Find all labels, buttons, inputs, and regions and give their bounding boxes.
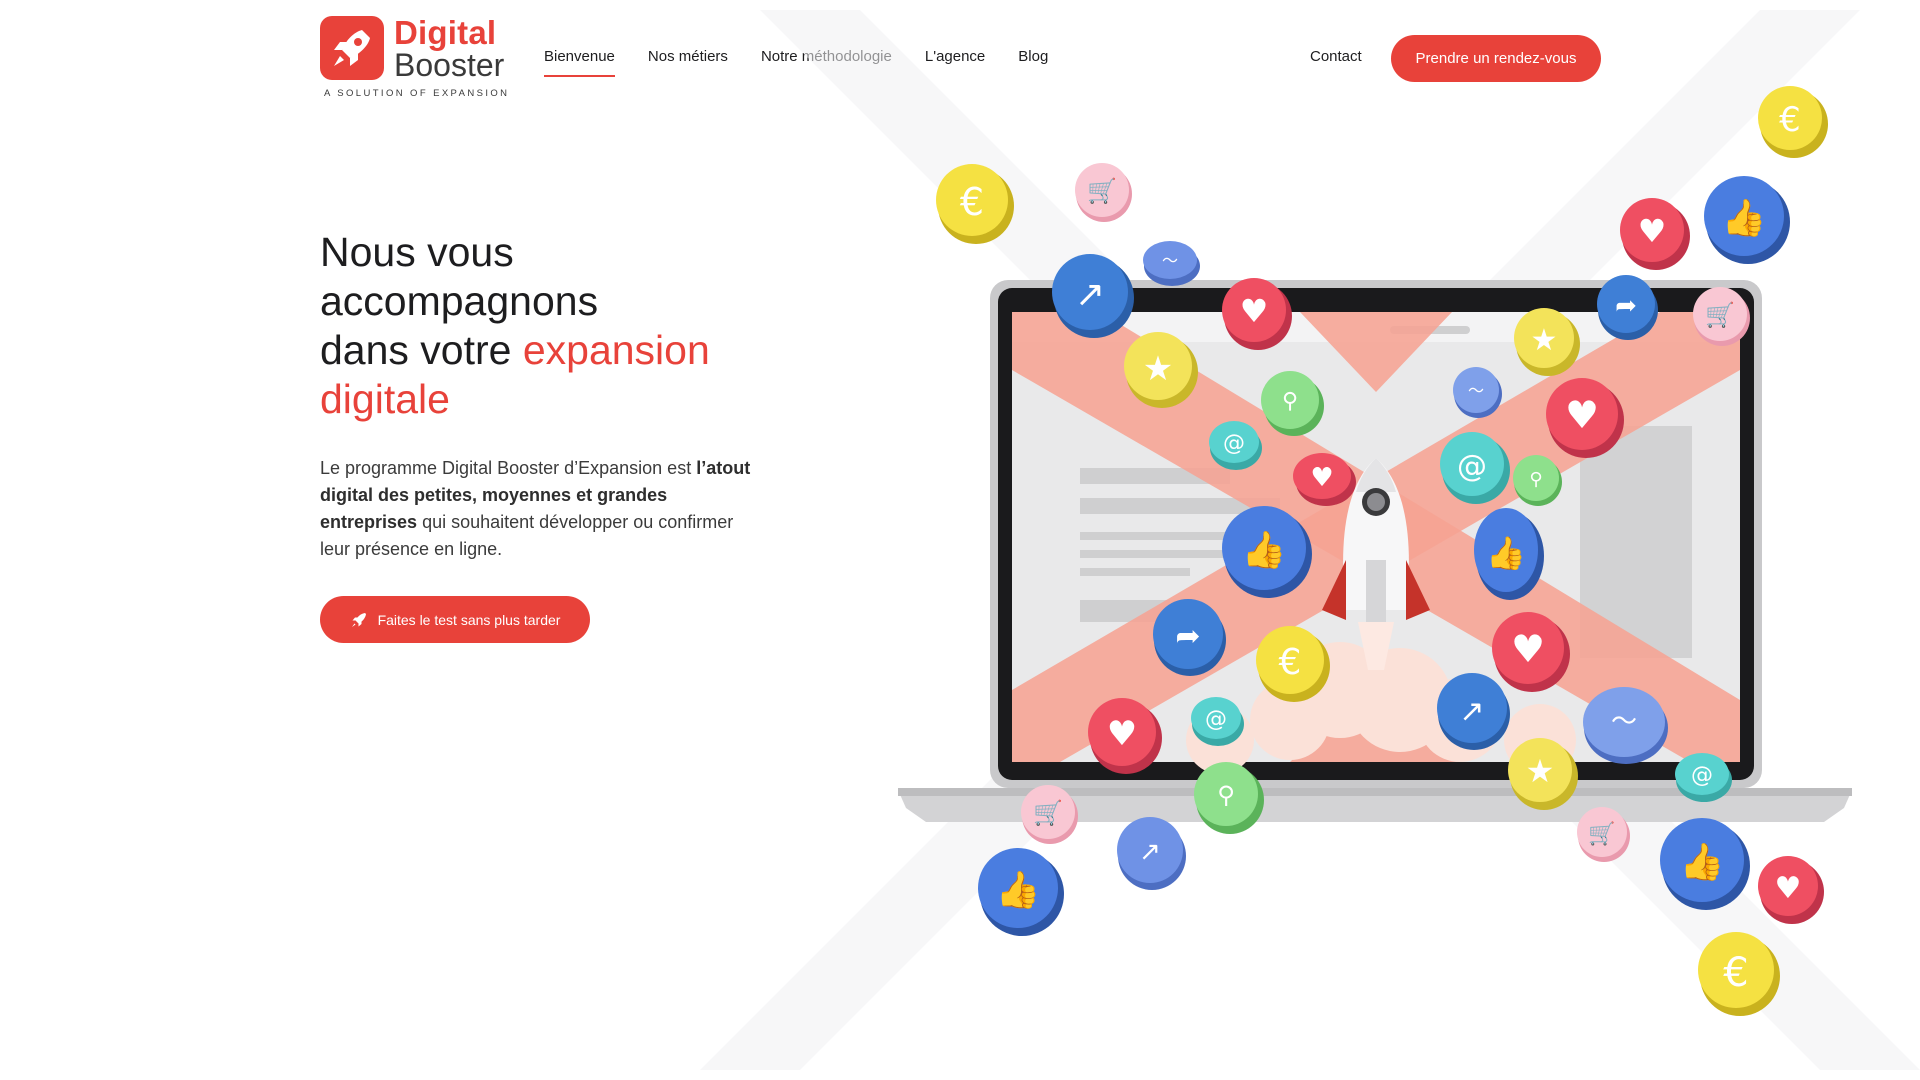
trend-icon: 〜 bbox=[1143, 241, 1200, 286]
svg-text:↗: ↗ bbox=[1139, 837, 1161, 867]
brand-logo[interactable]: Digital Booster A SOLUTION OF EXPANSION bbox=[320, 14, 510, 100]
trend-icon: ↗ bbox=[1117, 817, 1186, 890]
rocket-icon bbox=[351, 612, 366, 627]
hero-title-accent1: expansion bbox=[522, 327, 710, 373]
svg-text:€: € bbox=[1723, 950, 1748, 996]
take-test-label: Faites le test sans plus tarder bbox=[377, 611, 561, 628]
svg-text:♥: ♥ bbox=[1240, 292, 1269, 330]
svg-text:↗: ↗ bbox=[1459, 694, 1484, 729]
svg-text:➦: ➦ bbox=[1615, 291, 1637, 321]
hero-title-line1: Nous vous bbox=[320, 229, 514, 275]
svg-text:〜: 〜 bbox=[1162, 251, 1178, 270]
hero-title-line3: dans votre bbox=[320, 327, 523, 373]
svg-text:🛒: 🛒 bbox=[1033, 799, 1063, 827]
svg-text:€: € bbox=[1779, 100, 1801, 140]
svg-text:@: @ bbox=[1223, 431, 1245, 456]
svg-text:€: € bbox=[1279, 642, 1302, 683]
svg-text:👍: 👍 bbox=[1486, 534, 1526, 572]
brand-name-line2: Booster bbox=[394, 47, 505, 83]
hero-desc-part1: Le programme Digital Booster d’Expansion… bbox=[320, 458, 697, 478]
heart-icon: ♥ bbox=[1758, 856, 1824, 924]
svg-text:⚲: ⚲ bbox=[1217, 781, 1235, 809]
svg-text:@: @ bbox=[1691, 763, 1713, 788]
svg-text:★: ★ bbox=[1531, 323, 1558, 358]
rocket-logo-icon bbox=[320, 16, 384, 80]
euro-coin-icon: € bbox=[1758, 86, 1828, 158]
svg-text:♥: ♥ bbox=[1565, 393, 1599, 437]
take-test-button[interactable]: Faites le test sans plus tarder bbox=[320, 596, 590, 643]
heart-icon: ♥ bbox=[1620, 198, 1690, 270]
hero-title-accent2: digitale bbox=[320, 376, 450, 422]
svg-text:★: ★ bbox=[1143, 349, 1173, 389]
svg-text:♥: ♥ bbox=[1511, 627, 1545, 671]
svg-text:@: @ bbox=[1205, 707, 1227, 732]
svg-text:👍: 👍 bbox=[1722, 197, 1767, 239]
svg-text:♥: ♥ bbox=[1638, 212, 1667, 250]
svg-text:🛒: 🛒 bbox=[1705, 301, 1735, 329]
svg-text:⚲: ⚲ bbox=[1282, 389, 1298, 414]
hero-illustration: € € € € 🛒 🛒 🛒 🛒 ↗ ➦ ➦ ↗ 〜 〜 〜 ↗ ♥ ♥ ♥ ♥ … bbox=[700, 0, 1920, 1080]
hero-description: Le programme Digital Booster d’Expansion… bbox=[320, 455, 760, 563]
svg-text:👍: 👍 bbox=[1242, 529, 1287, 571]
svg-text:🛒: 🛒 bbox=[1087, 177, 1117, 205]
svg-text:👍: 👍 bbox=[996, 869, 1041, 911]
svg-text:⚲: ⚲ bbox=[1529, 469, 1542, 490]
like-icon: 👍 bbox=[1704, 176, 1790, 264]
svg-text:★: ★ bbox=[1526, 752, 1555, 790]
svg-text:♥: ♥ bbox=[1775, 871, 1802, 906]
svg-text:👍: 👍 bbox=[1680, 841, 1725, 883]
nav-item-bienvenue[interactable]: Bienvenue bbox=[544, 48, 615, 77]
svg-text:@: @ bbox=[1457, 449, 1487, 484]
svg-text:↗: ↗ bbox=[1075, 274, 1105, 315]
svg-text:♥: ♥ bbox=[1310, 463, 1333, 493]
illustration-canvas: € € € € 🛒 🛒 🛒 🛒 ↗ ➦ ➦ ↗ 〜 〜 〜 ↗ ♥ ♥ ♥ ♥ … bbox=[700, 10, 1920, 1070]
cart-icon: 🛒 bbox=[1075, 163, 1132, 222]
svg-text:♥: ♥ bbox=[1107, 714, 1137, 754]
brand-tagline: A SOLUTION OF EXPANSION bbox=[324, 88, 510, 99]
svg-text:〜: 〜 bbox=[1611, 707, 1637, 737]
svg-text:€: € bbox=[960, 180, 984, 224]
svg-text:〜: 〜 bbox=[1468, 381, 1484, 400]
svg-text:➦: ➦ bbox=[1175, 619, 1200, 654]
svg-text:🛒: 🛒 bbox=[1588, 821, 1615, 847]
like-icon: 👍 bbox=[978, 848, 1064, 936]
hero-title-line2: accompagnons bbox=[320, 278, 599, 324]
